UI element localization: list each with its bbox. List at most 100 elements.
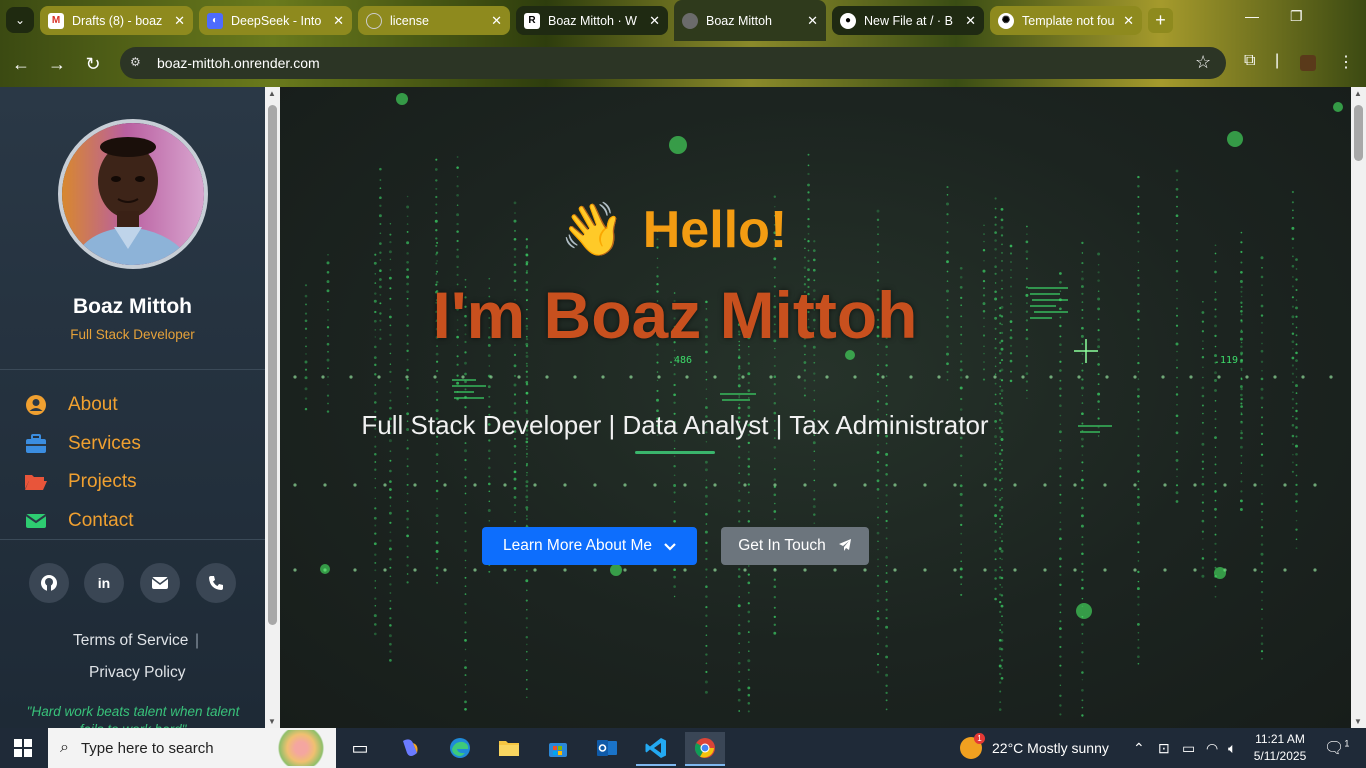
scroll-up-icon[interactable]: ▲ <box>268 89 276 98</box>
close-icon[interactable]: ✕ <box>965 13 976 29</box>
copilot-icon[interactable] <box>390 732 430 766</box>
matrix-dot <box>959 575 963 579</box>
matrix-dot <box>999 525 1002 528</box>
matrix-dot <box>525 626 528 629</box>
taskbar-search-box[interactable]: ⌕ Type here to search <box>48 728 336 768</box>
bookmark-star-icon[interactable]: ☆ <box>1195 52 1211 73</box>
matrix-dot <box>1026 389 1028 392</box>
scroll-down-icon[interactable]: ▼ <box>268 717 276 726</box>
matrix-dot <box>1295 278 1298 281</box>
close-icon[interactable]: ✕ <box>491 13 502 29</box>
matrix-dot <box>1059 387 1062 390</box>
page-scrollbar[interactable]: ▲ ▼ <box>1351 87 1366 728</box>
matrix-dot <box>1080 524 1084 528</box>
tab-chatgpt[interactable]: ✺ Template not fou ✕ <box>990 6 1142 35</box>
matrix-dot <box>1260 543 1264 546</box>
tab-render[interactable]: R Boaz Mittoh · W ✕ <box>516 6 668 35</box>
matrix-dot <box>738 679 741 682</box>
profile-avatar-icon[interactable] <box>1300 55 1316 71</box>
matrix-dot <box>1001 615 1003 618</box>
file-explorer-icon[interactable] <box>489 732 529 766</box>
matrix-dot <box>983 233 985 235</box>
chrome-icon[interactable] <box>685 732 725 766</box>
tab-deepseek[interactable]: ◐ DeepSeek - Into ✕ <box>199 6 352 35</box>
matrix-dot <box>374 532 377 535</box>
chevron-up-icon[interactable]: ⌃ <box>1133 740 1145 757</box>
matrix-dot <box>1137 411 1140 413</box>
matrix-dot <box>1260 377 1264 381</box>
scrollbar-thumb[interactable] <box>1354 105 1363 161</box>
matrix-dot <box>1137 427 1140 431</box>
matrix-dot <box>389 363 392 365</box>
phone-link[interactable] <box>196 563 236 603</box>
matrix-dot <box>946 230 949 233</box>
site-info-icon[interactable]: ⚙ <box>130 55 148 71</box>
matrix-dot <box>464 602 467 606</box>
nav-item-services[interactable]: Services <box>24 430 141 458</box>
nav-item-about[interactable]: About <box>24 391 118 419</box>
sidebar-scrollbar[interactable]: ▲ ▼ <box>265 87 280 728</box>
weather-widget[interactable]: 1 22°C Mostly sunny <box>960 728 1109 768</box>
outlook-icon[interactable] <box>587 732 627 766</box>
matrix-dot <box>545 375 549 379</box>
new-tab-button[interactable]: + <box>1148 8 1173 33</box>
volume-icon[interactable]: 🔈︎ <box>1228 740 1236 757</box>
minimize-icon[interactable]: — <box>1245 8 1259 24</box>
tab-github[interactable]: ● New File at / · B ✕ <box>832 6 984 35</box>
privacy-policy-link[interactable]: Privacy Policy <box>89 664 185 682</box>
matrix-dot <box>1240 320 1243 323</box>
forward-arrow-icon[interactable]: → <box>44 51 70 77</box>
meet-now-icon[interactable]: ⊡ <box>1158 740 1170 757</box>
close-icon[interactable]: ✕ <box>333 13 344 29</box>
wifi-icon[interactable]: ◠ <box>1206 740 1218 757</box>
windows-start-icon[interactable] <box>14 739 32 757</box>
linkedin-link[interactable]: in <box>84 563 124 603</box>
matrix-dot <box>389 607 392 610</box>
matrix-dot <box>1081 309 1084 311</box>
close-icon[interactable]: ✕ <box>1123 13 1134 29</box>
matrix-dot <box>525 362 528 365</box>
matrix-dot <box>999 600 1002 604</box>
scroll-up-icon[interactable]: ▲ <box>1354 89 1362 98</box>
tab-search-button[interactable]: ⌄ <box>6 7 34 33</box>
task-view-icon[interactable]: ▭ <box>340 732 380 766</box>
globe-icon <box>682 12 698 29</box>
matrix-dot <box>1176 404 1178 406</box>
nav-item-contact[interactable]: Contact <box>24 507 133 535</box>
battery-icon[interactable]: ▭ <box>1182 740 1195 757</box>
notification-center-icon[interactable]: 🗨︎1 <box>1324 738 1349 758</box>
tab-gmail[interactable]: M Drafts (8) - boaz ✕ <box>40 6 193 35</box>
matrix-dot <box>456 204 459 206</box>
url-text[interactable]: boaz-mittoh.onrender.com <box>157 55 320 71</box>
get-in-touch-button[interactable]: Get In Touch <box>721 527 869 565</box>
matrix-dot <box>373 392 377 395</box>
matrix-dot <box>1253 483 1257 487</box>
scrollbar-thumb[interactable] <box>268 105 277 625</box>
nav-item-projects[interactable]: Projects <box>24 468 137 496</box>
matrix-dot <box>1081 678 1084 681</box>
system-clock[interactable]: 11:21 AM 5/11/2025 <box>1250 731 1310 765</box>
matrix-dot <box>877 540 879 542</box>
close-icon[interactable]: ✕ <box>807 13 818 29</box>
close-icon[interactable]: ✕ <box>174 13 185 29</box>
reload-icon[interactable]: ↻ <box>80 51 106 77</box>
matrix-dot <box>525 354 529 358</box>
tab-boaz-mittoh-active[interactable]: Boaz Mittoh ✕ <box>674 0 826 41</box>
more-menu-icon[interactable]: ⋮ <box>1338 52 1354 72</box>
microsoft-store-icon[interactable] <box>538 732 578 766</box>
scroll-down-icon[interactable]: ▼ <box>1354 717 1362 726</box>
tab-license[interactable]: license ✕ <box>358 6 510 35</box>
extensions-icon[interactable]: ⧉ <box>1244 52 1255 70</box>
restore-icon[interactable]: ❐ <box>1290 8 1303 25</box>
vscode-icon[interactable] <box>636 732 676 766</box>
back-arrow-icon[interactable]: ← <box>8 51 34 77</box>
github-link[interactable] <box>29 563 69 603</box>
edge-icon[interactable] <box>440 732 480 766</box>
matrix-dot <box>389 496 392 499</box>
matrix-dot <box>885 608 888 611</box>
email-link[interactable] <box>140 563 180 603</box>
learn-more-button[interactable]: Learn More About Me <box>482 527 697 565</box>
terms-of-service-link[interactable]: Terms of Service <box>73 632 188 650</box>
matrix-dot <box>1081 422 1084 425</box>
close-icon[interactable]: ✕ <box>649 13 660 29</box>
